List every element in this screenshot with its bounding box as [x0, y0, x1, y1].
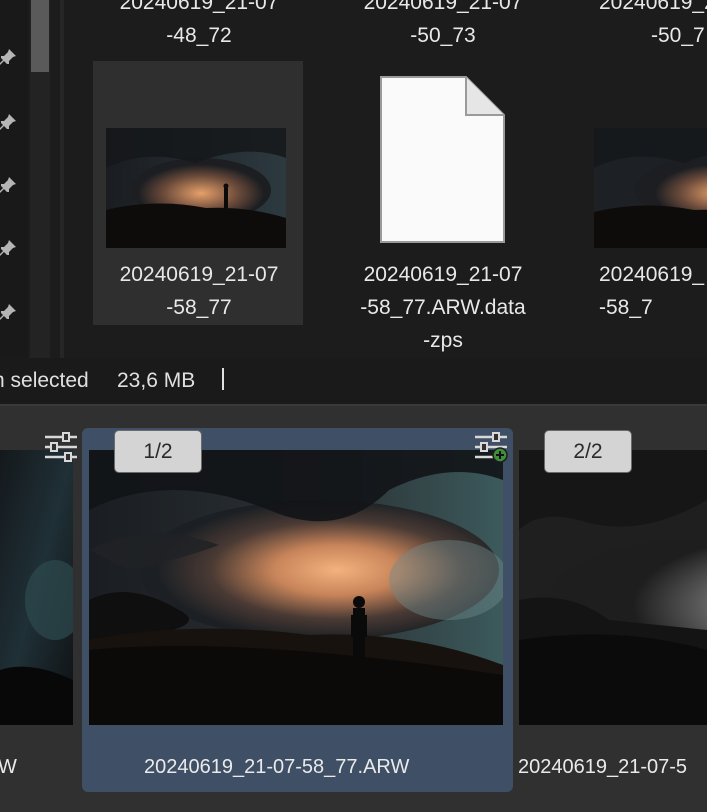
image-thumbnail[interactable] [106, 128, 286, 248]
filmstrip-file-label[interactable]: 20240619_21-07-5 [518, 756, 687, 779]
filmstrip-thumbnail[interactable] [0, 450, 73, 725]
filmstrip-thumbnail[interactable] [89, 450, 503, 725]
filmstrip-thumbnail[interactable] [519, 450, 707, 725]
image-thumbnail[interactable] [594, 128, 707, 248]
file-tile-label[interactable]: 20240619_21-07 -50_7 [584, 0, 707, 52]
filmstrip-panel: W 1/2 20240619_21-07-58_77.ARW 2/2 20240… [0, 406, 707, 812]
scrollbar-thumb[interactable] [31, 0, 49, 72]
file-name-label[interactable]: 20240619_ -58_7 [599, 258, 707, 324]
version-badge[interactable]: 2/2 [544, 430, 632, 473]
sliders-icon[interactable] [44, 432, 78, 462]
file-explorer-pane: 20240619_21-07 -48_72 20240619_21-07 -50… [0, 0, 707, 358]
pin-icon[interactable] [0, 175, 18, 195]
file-name-label[interactable]: 20240619_21-07 -58_77.ARW.data -zps [343, 258, 543, 357]
file-tile-label[interactable]: 20240619_21-07 -48_72 [99, 0, 299, 52]
pin-icon[interactable] [0, 238, 18, 258]
filmstrip-file-label[interactable]: 20240619_21-07-58_77.ARW [144, 756, 409, 779]
blank-document-icon[interactable] [380, 76, 505, 244]
version-badge[interactable]: 1/2 [114, 430, 202, 473]
file-tile-label[interactable]: 20240619_21-07 -50_73 [343, 0, 543, 52]
file-name-label[interactable]: 20240619_21-07 -58_77 [99, 258, 299, 324]
status-bar: n selected 23,6 MB [0, 358, 707, 404]
pin-icon[interactable] [0, 112, 18, 132]
filmstrip-file-label[interactable]: W [0, 756, 17, 779]
selection-size-text: 23,6 MB [117, 369, 196, 392]
pin-icon[interactable] [0, 302, 18, 322]
vertical-scrollbar[interactable] [30, 0, 50, 358]
pane-divider[interactable] [60, 0, 64, 358]
quick-access-pin-column [0, 0, 28, 358]
status-separator [222, 368, 224, 390]
selection-count-text: n selected [0, 369, 89, 392]
pin-icon[interactable] [0, 47, 18, 67]
sliders-add-icon[interactable] [474, 432, 508, 462]
